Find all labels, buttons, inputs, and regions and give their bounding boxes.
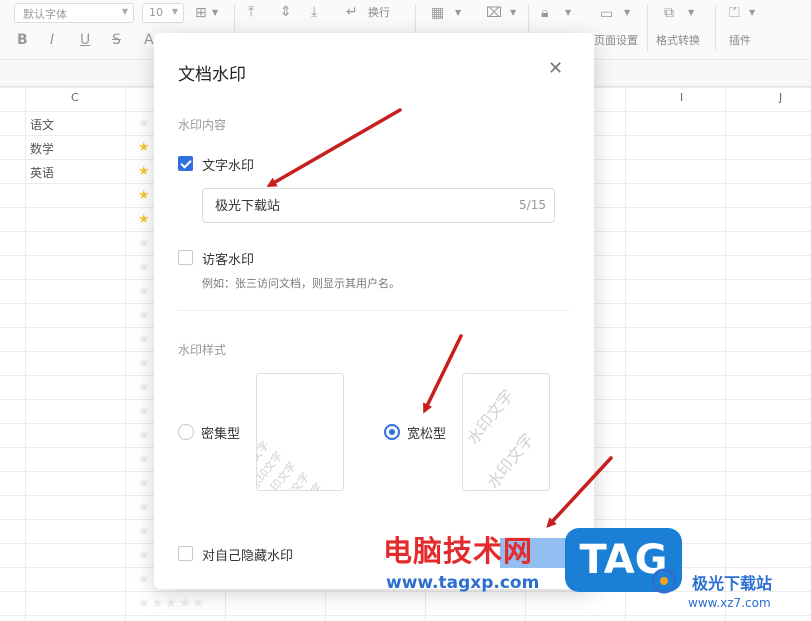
chevron-down-icon: ▼	[212, 8, 219, 17]
column-header-c[interactable]: C	[71, 91, 79, 104]
char-count: 5/15	[519, 198, 546, 212]
star-icon: ★	[138, 476, 150, 491]
loose-preview-text: 水印文字	[482, 429, 538, 491]
visitor-watermark-checkbox[interactable]	[178, 250, 193, 265]
font-size-select[interactable]: 10 ▼	[142, 3, 184, 23]
plugin-button[interactable]: 插件	[729, 33, 751, 49]
column-header-i[interactable]: I	[680, 91, 683, 104]
text-watermark-label[interactable]: 文字水印	[202, 155, 254, 174]
font-family-value: 默认字体	[23, 8, 67, 21]
bold-icon[interactable]: B	[17, 31, 28, 49]
star-icon: ★	[138, 356, 150, 371]
watermark-dialog: 文档水印 ✕ 水印内容 文字水印 5/15 访客水印 例如：张三访问文档，则显示…	[154, 33, 594, 589]
page-setup-button[interactable]: 页面设置	[594, 33, 638, 49]
cell-subject-1[interactable]: 语文	[30, 116, 54, 133]
clear-format-icon[interactable]: ⌧	[486, 4, 502, 22]
brand-name: 电脑技术网	[383, 534, 534, 568]
star-icon: ★	[138, 332, 150, 347]
star-icon: ★	[138, 212, 150, 227]
dense-style-radio[interactable]	[178, 424, 194, 440]
visitor-watermark-hint: 例如：张三访问文档，则显示其用户名。	[202, 277, 400, 290]
cell-subject-3[interactable]: 英语	[30, 164, 54, 181]
dense-style-preview[interactable]: 水印文字 水印文字 水印文字 水印文字 水印文字 水印文字 水印文字 水印文字	[256, 373, 344, 491]
star-icon: ★	[138, 260, 150, 275]
star-icon: ★	[138, 164, 150, 179]
strikethrough-icon[interactable]: S	[112, 31, 121, 49]
loose-style-label[interactable]: 宽松型	[407, 423, 446, 442]
cell-style-icon[interactable]: ▦	[431, 4, 444, 22]
align-middle-icon[interactable]: ⇕	[280, 3, 292, 21]
loose-style-radio[interactable]	[384, 424, 400, 440]
hide-self-checkbox[interactable]	[178, 546, 193, 561]
wrap-text-button[interactable]: 换行	[368, 5, 390, 21]
chevron-down-icon: ▼	[565, 8, 572, 17]
toolbar-divider	[647, 4, 648, 52]
format-convert-icon[interactable]: ⧉	[664, 4, 674, 22]
cell-subject-2[interactable]: 数学	[30, 140, 54, 157]
star-rating-icon: ★★★★★	[138, 596, 207, 611]
star-icon: ★	[138, 428, 150, 443]
section-divider	[178, 310, 570, 311]
star-icon: ★	[138, 548, 150, 563]
watermark-text-field[interactable]: 5/15	[202, 188, 555, 223]
style-section-title: 水印样式	[178, 343, 227, 357]
visitor-watermark-label[interactable]: 访客水印	[202, 249, 254, 268]
wrap-text-icon[interactable]: ↵	[346, 3, 358, 21]
site-url: www.xz7.com	[688, 596, 771, 610]
star-icon: ★	[138, 308, 150, 323]
watermark-text-input[interactable]	[215, 197, 495, 212]
star-icon: ★	[138, 524, 150, 539]
chevron-down-icon: ▼	[455, 8, 462, 17]
star-icon: ★	[138, 500, 150, 515]
star-icon: ★	[138, 188, 150, 203]
chevron-down-icon: ▼	[749, 8, 756, 17]
close-icon[interactable]: ✕	[548, 59, 563, 79]
dense-style-label[interactable]: 密集型	[201, 423, 240, 442]
star-icon: ★	[138, 140, 150, 155]
site-logo-icon	[651, 568, 677, 594]
chevron-down-icon: ▼	[171, 7, 178, 16]
toolbar-divider	[715, 4, 716, 52]
format-convert-button[interactable]: 格式转换	[656, 33, 700, 49]
border-icon[interactable]: ⊞	[195, 4, 207, 22]
align-top-icon[interactable]: ⤒	[248, 3, 254, 21]
content-section-title: 水印内容	[178, 118, 227, 132]
chevron-down-icon: ▼	[688, 8, 695, 17]
lock-icon[interactable]: 🔒︎	[541, 4, 548, 22]
chevron-down-icon: ▼	[510, 8, 517, 17]
star-icon: ★	[138, 452, 150, 467]
font-size-value: 10	[149, 6, 163, 19]
page-setup-icon[interactable]: ▭	[600, 5, 613, 23]
star-icon: ★	[138, 380, 150, 395]
dense-preview-text: 水印文字 水印文字 水印文字 水印文字 水印文字 水印文字 水印文字 水印文字	[256, 428, 326, 491]
site-name: 极光下载站	[692, 574, 773, 593]
column-header-j[interactable]: J	[779, 91, 782, 104]
star-icon: ★	[138, 236, 150, 251]
font-family-select[interactable]: 默认字体 ▼	[14, 3, 134, 23]
chevron-down-icon: ▼	[624, 8, 631, 17]
loose-style-preview[interactable]: 水印文字 水印文字	[462, 373, 550, 491]
hide-self-label[interactable]: 对自己隐藏水印	[202, 545, 293, 564]
star-icon: ★	[138, 116, 150, 131]
plugin-icon[interactable]: ⏍	[729, 4, 740, 22]
star-icon: ★	[138, 404, 150, 419]
font-color-icon[interactable]: A	[144, 31, 154, 49]
chevron-down-icon: ▼	[121, 7, 128, 16]
star-icon: ★	[138, 284, 150, 299]
brand-url: www.tagxp.com	[386, 573, 540, 593]
align-bottom-icon[interactable]: ⤓	[311, 3, 317, 21]
text-watermark-checkbox[interactable]	[178, 156, 193, 171]
underline-icon[interactable]: U	[80, 31, 90, 49]
dialog-title: 文档水印	[178, 65, 246, 85]
italic-icon[interactable]: I	[50, 31, 54, 49]
